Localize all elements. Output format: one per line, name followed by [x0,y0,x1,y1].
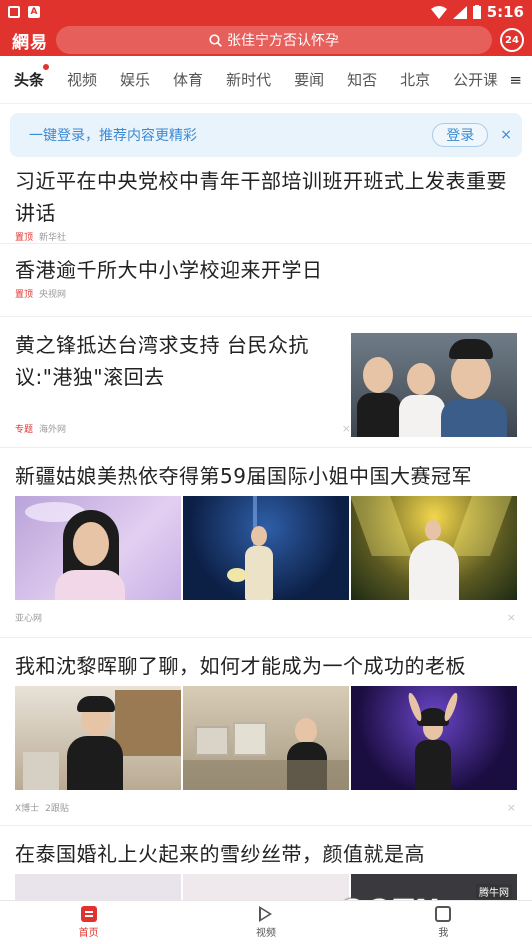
dislike-icon[interactable]: × [507,611,516,624]
article-item[interactable]: 香港逾千所大中小学校迎来开学日 置顶 央视网 [0,244,532,317]
search-placeholder: 张佳宁方否认怀孕 [227,33,339,49]
tab-entertainment[interactable]: 娱乐 [120,69,150,90]
battery-icon [472,5,481,19]
close-icon[interactable]: × [500,127,512,143]
login-banner[interactable]: 一键登录，推荐内容更精彩 登录 × [10,113,522,157]
nav-profile[interactable]: 我 [355,901,532,944]
clock-time: 5:16 [486,3,524,21]
article-source: 海外网 [39,424,67,435]
tab-news[interactable]: 要闻 [294,69,324,90]
article-thumbnail [351,496,517,600]
article-title: 香港逾千所大中小学校迎来开学日 [15,258,323,282]
nav-home[interactable]: 首页 [0,901,177,944]
article-title: 习近平在中央党校中青年干部培训班开班式上发表重要讲话 [15,169,507,225]
article-thumbnail [183,686,349,790]
channel-tabs: 头条 视频 娱乐 体育 新时代 要闻 知否 北京 公开课 ≡ [0,56,532,104]
search-bar[interactable]: 张佳宁方否认怀孕 [56,26,492,54]
play-icon [259,906,273,922]
pinned-tag: 置顶 [15,289,34,300]
tab-sports[interactable]: 体育 [173,69,203,90]
article-thumbnail [15,686,181,790]
bottom-navigation: 首页 视频 我 [0,900,532,944]
login-button[interactable]: 登录 [432,123,489,147]
24-hour-news-button[interactable]: 24 [500,28,524,52]
article-thumbnail [183,496,349,600]
comment-count: 2跟贴 [45,803,69,814]
tab-new-era[interactable]: 新时代 [226,69,271,90]
article-title: 新疆姑娘美热依夺得第59届国际小姐中国大赛冠军 [15,464,472,488]
news-feed: 习近平在中央党校中青年干部培训班开班式上发表重要讲话 置顶 新华社 香港逾千所大中… [0,165,532,944]
article-title: 我和沈黎晖聊了聊，如何才能成为一个成功的老板 [15,654,466,678]
wifi-icon [430,5,447,19]
notification-icon [8,6,20,18]
search-icon [209,33,222,47]
article-source: X博士 [15,803,40,814]
article-title: 在泰国婚礼上火起来的雪纱丝带，颜值就是高 [15,842,425,866]
article-item[interactable]: 在泰国婚礼上火起来的雪纱丝带，颜值就是高 [0,826,532,944]
profile-icon [435,906,452,922]
dislike-icon[interactable]: × [507,801,516,814]
article-title: 黄之锋抵达台湾求支持 台民众抗议:"港独"滚回去 [15,333,309,389]
article-item[interactable]: 习近平在中央党校中青年干部培训班开班式上发表重要讲话 置顶 新华社 [0,165,532,244]
topic-tag: 专题 [15,424,34,435]
article-source: 央视网 [39,289,67,300]
tab-open-course[interactable]: 公开课 [453,69,498,90]
app-notification-icon: A [28,6,40,18]
nav-video[interactable]: 视频 [177,901,354,944]
article-item[interactable]: 我和沈黎晖聊了聊，如何才能成为一个成功的老板 X博士 2跟贴 × [0,638,532,826]
article-item[interactable]: 新疆姑娘美热依夺得第59届国际小姐中国大赛冠军 亚心网 × [0,448,532,638]
article-thumbnail [15,496,181,600]
status-bar: A 5:16 [0,0,532,24]
signal-icon [452,5,467,19]
dislike-icon[interactable]: × [342,422,351,435]
tab-zhifou[interactable]: 知否 [347,69,377,90]
home-icon [80,906,97,922]
app-header: A 5:16 網易 张佳宁方否认怀孕 24 [0,0,532,56]
article-thumbnail [351,686,517,790]
login-banner-text: 一键登录，推荐内容更精彩 [29,128,197,144]
netease-logo[interactable]: 網易 [12,28,52,53]
article-item[interactable]: 黄之锋抵达台湾求支持 台民众抗议:"港独"滚回去 专题 海外网 × [0,317,532,448]
article-source: 亚心网 [15,613,43,624]
tab-beijing[interactable]: 北京 [400,69,430,90]
tab-headline[interactable]: 头条 [14,63,51,90]
article-thumbnail [351,333,517,437]
tab-video[interactable]: 视频 [67,69,97,90]
article-source: 新华社 [39,232,67,243]
channel-menu-icon[interactable]: ≡ [496,56,532,103]
new-dot-icon [42,63,51,71]
pinned-tag: 置顶 [15,232,34,243]
